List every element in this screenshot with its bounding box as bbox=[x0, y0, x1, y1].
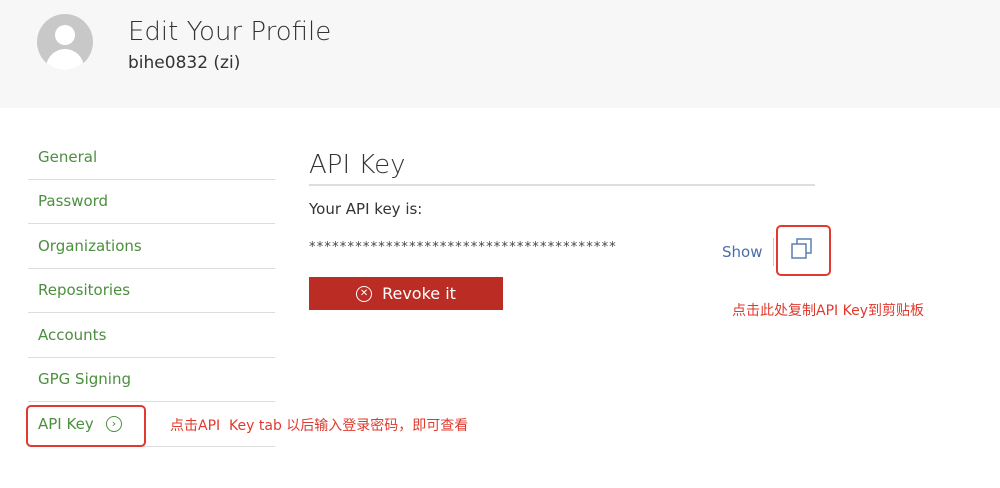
close-circle-icon: ✕ bbox=[356, 285, 373, 302]
sidebar-item-label: Organizations bbox=[38, 237, 142, 255]
sidebar-item-repositories[interactable]: Repositories bbox=[28, 269, 275, 313]
username: bihe0832 (zi) bbox=[128, 53, 241, 73]
api-key-label: Your API key is: bbox=[309, 200, 423, 218]
sidebar-item-gpg-signing[interactable]: GPG Signing bbox=[28, 358, 275, 402]
masked-api-key: **************************************** bbox=[309, 240, 617, 255]
profile-header: Edit Your Profile bihe0832 (zi) bbox=[0, 0, 1000, 108]
sidebar-item-label: Accounts bbox=[38, 326, 107, 344]
revoke-label: Revoke it bbox=[382, 284, 456, 303]
show-key-link[interactable]: Show bbox=[722, 243, 762, 261]
divider bbox=[773, 238, 774, 266]
sidebar-item-password[interactable]: Password bbox=[28, 180, 275, 224]
sidebar-item-label: General bbox=[38, 148, 98, 166]
annotation-copy-note: 点击此处复制API Key到剪贴板 bbox=[732, 303, 924, 319]
sidebar-item-accounts[interactable]: Accounts bbox=[28, 314, 275, 358]
annotation-highlight-copy bbox=[776, 225, 831, 276]
page-title: Edit Your Profile bbox=[128, 17, 332, 47]
heading-divider bbox=[309, 184, 815, 186]
sidebar-item-label: Repositories bbox=[38, 281, 131, 299]
sidebar-item-label: GPG Signing bbox=[38, 370, 131, 388]
sidebar-item-general[interactable]: General bbox=[28, 136, 275, 180]
section-heading: API Key bbox=[309, 150, 406, 180]
avatar bbox=[37, 14, 93, 70]
annotation-tab-note: 点击API Key tab 以后输入登录密码，即可查看 bbox=[170, 418, 469, 434]
sidebar-item-organizations[interactable]: Organizations bbox=[28, 225, 275, 269]
annotation-highlight-api-key-tab bbox=[26, 405, 146, 447]
revoke-button[interactable]: ✕ Revoke it bbox=[309, 277, 503, 310]
sidebar-item-label: Password bbox=[38, 192, 109, 210]
